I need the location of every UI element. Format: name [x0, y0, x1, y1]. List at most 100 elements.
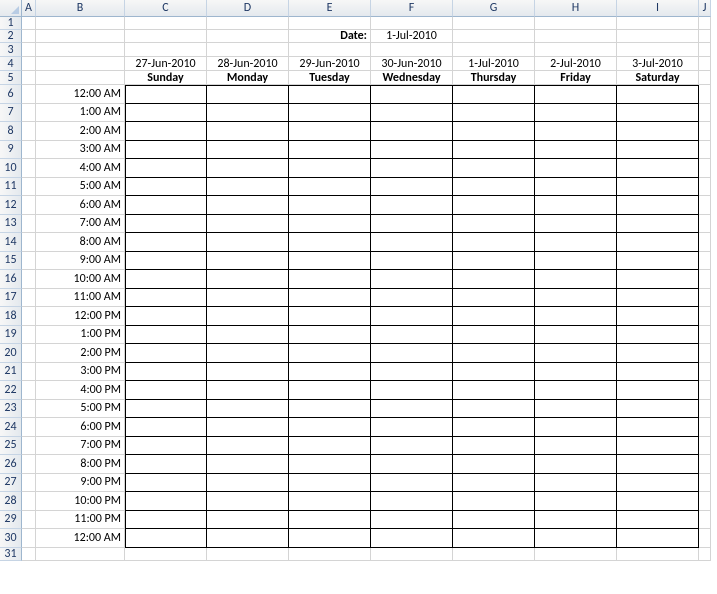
schedule-cell[interactable]: [453, 474, 535, 493]
schedule-cell[interactable]: [207, 289, 289, 308]
schedule-cell[interactable]: [125, 233, 207, 252]
schedule-cell[interactable]: [371, 104, 453, 123]
cell[interactable]: [22, 43, 36, 57]
schedule-cell[interactable]: [289, 196, 371, 215]
cell[interactable]: [699, 252, 711, 271]
time-label-6[interactable]: 6:00 AM: [36, 196, 125, 215]
day-name-2[interactable]: Tuesday: [289, 71, 371, 85]
schedule-cell[interactable]: [617, 85, 699, 104]
schedule-cell[interactable]: [371, 363, 453, 382]
schedule-cell[interactable]: [617, 215, 699, 234]
row-header-7[interactable]: 7: [0, 104, 22, 123]
time-label-13[interactable]: 1:00 PM: [36, 326, 125, 345]
schedule-cell[interactable]: [289, 289, 371, 308]
schedule-cell[interactable]: [207, 529, 289, 548]
schedule-cell[interactable]: [371, 215, 453, 234]
time-label-9[interactable]: 9:00 AM: [36, 252, 125, 271]
schedule-cell[interactable]: [289, 326, 371, 345]
schedule-cell[interactable]: [453, 196, 535, 215]
cell[interactable]: [207, 30, 289, 43]
row-header-4[interactable]: 4: [0, 57, 22, 71]
schedule-cell[interactable]: [125, 344, 207, 363]
cell[interactable]: [617, 17, 699, 30]
schedule-cell[interactable]: [289, 159, 371, 178]
schedule-cell[interactable]: [535, 141, 617, 160]
row-header-10[interactable]: 10: [0, 159, 22, 178]
schedule-cell[interactable]: [207, 344, 289, 363]
schedule-cell[interactable]: [125, 381, 207, 400]
row-header-11[interactable]: 11: [0, 178, 22, 197]
schedule-cell[interactable]: [371, 141, 453, 160]
schedule-cell[interactable]: [453, 215, 535, 234]
schedule-cell[interactable]: [125, 289, 207, 308]
schedule-cell[interactable]: [371, 252, 453, 271]
cell[interactable]: [699, 233, 711, 252]
schedule-cell[interactable]: [453, 492, 535, 511]
schedule-cell[interactable]: [535, 344, 617, 363]
column-header-e[interactable]: E: [289, 0, 371, 17]
day-date-6[interactable]: 3-Jul-2010: [617, 57, 699, 71]
column-header-h[interactable]: H: [535, 0, 617, 17]
cell[interactable]: [22, 548, 36, 561]
cell[interactable]: [22, 418, 36, 437]
day-date-4[interactable]: 1-Jul-2010: [453, 57, 535, 71]
cell[interactable]: [22, 474, 36, 493]
schedule-cell[interactable]: [207, 307, 289, 326]
cell[interactable]: [22, 85, 36, 104]
schedule-cell[interactable]: [207, 381, 289, 400]
cell[interactable]: [699, 196, 711, 215]
schedule-cell[interactable]: [289, 141, 371, 160]
cell[interactable]: [22, 178, 36, 197]
cell[interactable]: [22, 122, 36, 141]
cell[interactable]: [289, 548, 371, 561]
schedule-cell[interactable]: [289, 344, 371, 363]
schedule-cell[interactable]: [371, 289, 453, 308]
schedule-cell[interactable]: [453, 381, 535, 400]
schedule-cell[interactable]: [289, 122, 371, 141]
time-label-0[interactable]: 12:00 AM: [36, 85, 125, 104]
schedule-cell[interactable]: [617, 252, 699, 271]
cell[interactable]: [22, 270, 36, 289]
cell[interactable]: [453, 17, 535, 30]
schedule-cell[interactable]: [125, 178, 207, 197]
schedule-cell[interactable]: [207, 270, 289, 289]
cell[interactable]: [22, 215, 36, 234]
day-date-5[interactable]: 2-Jul-2010: [535, 57, 617, 71]
cell[interactable]: [453, 30, 535, 43]
schedule-cell[interactable]: [453, 326, 535, 345]
schedule-cell[interactable]: [535, 307, 617, 326]
schedule-cell[interactable]: [535, 178, 617, 197]
schedule-cell[interactable]: [535, 492, 617, 511]
schedule-cell[interactable]: [289, 455, 371, 474]
schedule-cell[interactable]: [371, 344, 453, 363]
schedule-cell[interactable]: [125, 326, 207, 345]
cell[interactable]: [22, 17, 36, 30]
row-header-6[interactable]: 6: [0, 85, 22, 104]
schedule-cell[interactable]: [453, 437, 535, 456]
schedule-cell[interactable]: [535, 418, 617, 437]
cell[interactable]: [699, 43, 711, 57]
cell[interactable]: [22, 141, 36, 160]
row-header-9[interactable]: 9: [0, 141, 22, 160]
time-label-7[interactable]: 7:00 AM: [36, 215, 125, 234]
row-header-22[interactable]: 22: [0, 381, 22, 400]
schedule-cell[interactable]: [453, 400, 535, 419]
schedule-cell[interactable]: [453, 104, 535, 123]
cell[interactable]: [699, 400, 711, 419]
schedule-cell[interactable]: [371, 178, 453, 197]
row-header-26[interactable]: 26: [0, 455, 22, 474]
schedule-cell[interactable]: [535, 474, 617, 493]
time-label-18[interactable]: 6:00 PM: [36, 418, 125, 437]
schedule-cell[interactable]: [125, 455, 207, 474]
day-date-0[interactable]: 27-Jun-2010: [125, 57, 207, 71]
schedule-cell[interactable]: [617, 437, 699, 456]
time-label-12[interactable]: 12:00 PM: [36, 307, 125, 326]
schedule-cell[interactable]: [453, 159, 535, 178]
schedule-cell[interactable]: [617, 307, 699, 326]
schedule-cell[interactable]: [453, 418, 535, 437]
row-header-3[interactable]: 3: [0, 43, 22, 57]
cell[interactable]: [289, 17, 371, 30]
schedule-cell[interactable]: [371, 307, 453, 326]
schedule-cell[interactable]: [207, 196, 289, 215]
schedule-cell[interactable]: [617, 455, 699, 474]
